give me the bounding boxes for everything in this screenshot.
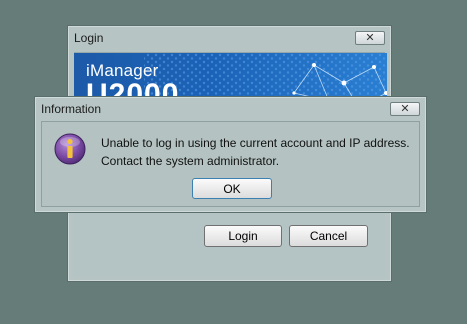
login-window-title: Login (74, 31, 104, 45)
message-line: Unable to log in using the current accou… (101, 136, 410, 150)
info-titlebar[interactable]: Information ✕ (35, 97, 426, 121)
login-close-button[interactable]: ✕ (355, 31, 385, 45)
information-dialog: Information ✕ Unable to log in using the… (34, 96, 427, 213)
login-button[interactable]: Login (204, 225, 282, 247)
error-message: Unable to log in using the current accou… (101, 134, 411, 170)
login-titlebar[interactable]: Login ✕ (68, 26, 391, 50)
info-content: Unable to log in using the current accou… (41, 121, 420, 207)
ok-button[interactable]: OK (192, 178, 272, 199)
info-dialog-title: Information (41, 102, 102, 116)
cancel-button[interactable]: Cancel (289, 225, 368, 247)
close-icon: ✕ (400, 102, 410, 115)
info-icon (54, 133, 86, 165)
message-line: Contact the system administrator. (101, 154, 280, 168)
info-close-button[interactable]: ✕ (390, 102, 420, 116)
close-icon: ✕ (365, 31, 375, 44)
